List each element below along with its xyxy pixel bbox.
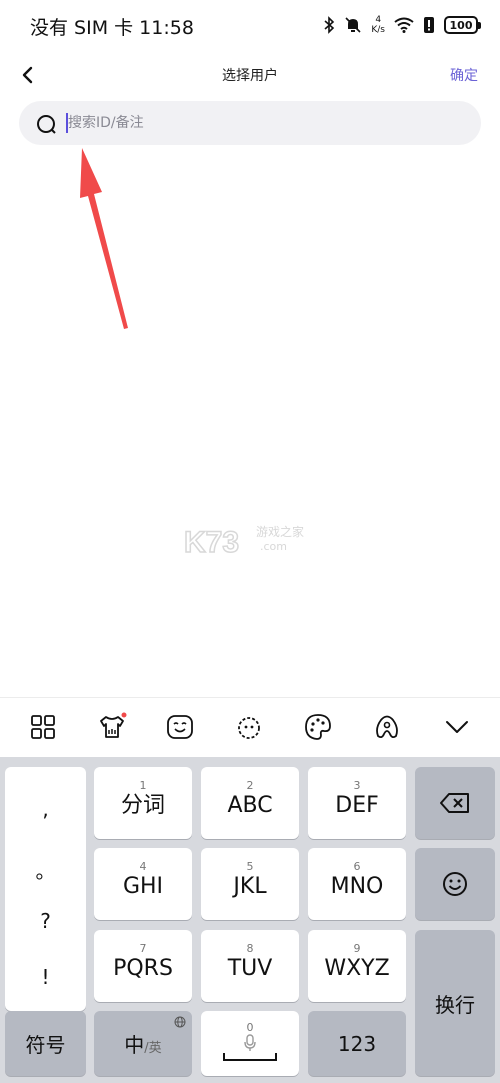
svg-text:游戏之家: 游戏之家 (256, 524, 304, 539)
backspace-icon (440, 793, 469, 813)
keyboard: , 。 ? ! 1 分词 2 ABC 3 DEF 4 GHI 5 JKL 6 M… (0, 757, 500, 1083)
key-6-mno[interactable]: 6 MNO (308, 848, 406, 920)
network-speed: 4 K/s (371, 15, 385, 35)
watermark-logo: K73 游戏之家 .com (183, 524, 304, 560)
palette-icon[interactable] (303, 712, 333, 742)
symbol-question-key[interactable]: ? (5, 909, 86, 933)
key-8-tuv[interactable]: 8 TUV (201, 930, 299, 1002)
status-bar: 没有 SIM 卡 11:58 4 K/s 100 (0, 0, 500, 50)
wifi-icon (394, 17, 414, 33)
symbol-exclaim-key[interactable]: ! (5, 965, 86, 989)
alert-icon (424, 17, 434, 33)
key-5-jkl[interactable]: 5 JKL (201, 848, 299, 920)
key-2-abc[interactable]: 2 ABC (201, 767, 299, 839)
keyboard-toolbar (0, 697, 500, 758)
enter-key[interactable]: 换行 (415, 930, 495, 1076)
key-9-wxyz[interactable]: 9 WXYZ (308, 930, 406, 1002)
space-bar-icon (223, 1052, 277, 1061)
carrier-time: 没有 SIM 卡 11:58 (30, 17, 194, 39)
assistant-icon[interactable] (372, 712, 402, 742)
key-7-pqrs[interactable]: 7 PQRS (94, 930, 192, 1002)
bluetooth-icon (324, 16, 335, 34)
battery-icon: 100 (444, 16, 481, 34)
collapse-keyboard-icon[interactable] (442, 712, 472, 742)
numeric-key[interactable]: 123 (308, 1011, 406, 1076)
search-icon (37, 115, 56, 134)
status-icons: 4 K/s 100 (323, 13, 481, 37)
search-input[interactable] (68, 101, 448, 145)
skin-shirt-icon[interactable] (97, 712, 127, 742)
globe-icon (174, 1016, 186, 1028)
punctuation-column[interactable]: , 。 ? ! (5, 767, 86, 1011)
key-4-ghi[interactable]: 4 GHI (94, 848, 192, 920)
nav-bar: 选择用户 确定 (0, 50, 500, 100)
microphone-icon (244, 1033, 256, 1051)
emoji-key[interactable] (415, 848, 495, 920)
space-key[interactable]: 0 (201, 1011, 299, 1076)
emoji-icon[interactable] (165, 712, 195, 742)
svg-text:.com: .com (260, 540, 287, 553)
page-title: 选择用户 (222, 68, 278, 84)
sticker-icon[interactable] (234, 712, 264, 742)
backspace-key[interactable] (415, 767, 495, 839)
smiley-icon (443, 872, 467, 896)
symbol-comma-key[interactable]: , (5, 797, 86, 821)
mute-bell-icon (345, 17, 361, 33)
grid-menu-icon[interactable] (28, 712, 58, 742)
key-3-def[interactable]: 3 DEF (308, 767, 406, 839)
symbols-key[interactable]: 符号 (5, 1011, 86, 1076)
annotation-arrow (80, 148, 128, 329)
language-switch-key[interactable]: 中 /英 (94, 1011, 192, 1076)
confirm-button[interactable]: 确定 (450, 65, 478, 85)
key-1-fenci[interactable]: 1 分词 (94, 767, 192, 839)
symbol-period-key[interactable]: 。 (5, 855, 86, 884)
svg-text:K73: K73 (184, 526, 239, 559)
